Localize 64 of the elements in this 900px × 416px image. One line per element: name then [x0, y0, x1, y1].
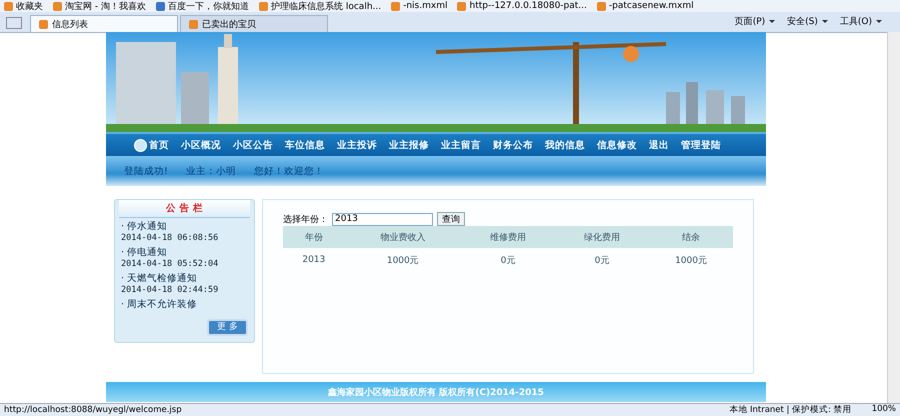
favorite-link[interactable]: http--127.0.0.18080-pat...	[469, 1, 587, 11]
command-menu[interactable]: 工具(O)	[840, 15, 872, 28]
welcome-text: 业主：小明	[186, 164, 236, 178]
nav-link[interactable]: 车位信息	[279, 138, 331, 152]
nav-link[interactable]: 首页	[128, 138, 175, 152]
table-cell: 2013	[283, 248, 345, 272]
notice-link[interactable]: · 停水通知	[121, 220, 248, 233]
browser-tab[interactable]: 已卖出的宝贝	[180, 15, 328, 32]
security-zone: 本地 Intranet | 保护模式: 禁用	[729, 404, 852, 416]
favorite-link[interactable]: 淘宝网 - 淘！我喜欢	[65, 0, 146, 12]
notice-board-title: 公 告 栏	[119, 200, 250, 218]
nav-link[interactable]: 小区公告	[227, 138, 279, 152]
quick-tabs-icon[interactable]	[6, 17, 22, 29]
page-icon	[457, 2, 466, 10]
browser-tab[interactable]: 信息列表	[30, 15, 178, 32]
year-label: 选择年份：	[283, 214, 328, 226]
nav-link[interactable]: 业主投诉	[331, 138, 383, 152]
page-icon	[596, 2, 606, 10]
welcome-text: 您好！欢迎您！	[254, 164, 324, 178]
nav-link[interactable]: 信息修改	[591, 138, 643, 152]
table-cell: 0元	[460, 248, 556, 272]
favorite-link[interactable]: 百度一下，你就知道	[168, 0, 249, 12]
zoom-level[interactable]: 100%	[872, 404, 896, 416]
column-header: 物业费收入	[344, 226, 461, 248]
caret-icon[interactable]	[822, 20, 828, 23]
query-button[interactable]: 查询	[437, 212, 465, 226]
nav-link[interactable]: 管理登陆	[675, 138, 727, 152]
nav-link[interactable]: 财务公布	[487, 138, 539, 152]
favorite-link[interactable]: -nis.mxml	[403, 1, 448, 11]
welcome-text: 登陆成功!	[124, 164, 168, 178]
command-menu[interactable]: 页面(P)	[734, 15, 766, 28]
scrollbar[interactable]	[887, 32, 900, 404]
year-field[interactable]: 2013	[332, 212, 433, 226]
nav-link[interactable]: 业主留言	[435, 138, 487, 152]
page-icon	[53, 2, 62, 10]
column-header: 维修费用	[460, 226, 556, 248]
column-header: 结余	[649, 226, 733, 248]
footer-text: 鑫海家园小区物业版权所有 版权所有(C)2014-2015	[106, 382, 766, 402]
notice-link[interactable]: · 周末不允许装修	[121, 298, 248, 311]
notice-time: 2014-04-18 02:44:59	[121, 285, 220, 295]
command-menu[interactable]: 安全(S)	[787, 15, 818, 28]
favorite-link[interactable]: -patcasenew.mxml	[608, 1, 694, 11]
table-cell: 0元	[555, 248, 650, 272]
favorites-label[interactable]: 收藏夹	[16, 0, 43, 12]
notice-time: 2014-04-18 05:52:04	[121, 259, 220, 269]
status-url: http://localhost:8088/wuyegl/welcome.jsp	[4, 405, 182, 415]
table-cell: 1000元	[344, 248, 461, 272]
notice-time: 2014-04-18 06:08:56	[121, 233, 220, 243]
nav-link[interactable]: 业主报修	[383, 138, 435, 152]
column-header: 绿化费用	[555, 226, 650, 248]
column-header: 年份	[283, 226, 345, 248]
more-button[interactable]: 更 多	[207, 319, 248, 336]
page-icon	[391, 2, 400, 10]
caret-icon[interactable]	[876, 20, 882, 23]
notice-link[interactable]: · 停电通知	[121, 246, 248, 259]
page-icon	[156, 2, 165, 10]
favorite-link[interactable]: 护理临床信息系统 localh...	[270, 0, 382, 12]
page-icon	[258, 2, 268, 10]
notice-link[interactable]: · 天燃气检修通知	[121, 272, 248, 285]
nav-link[interactable]: 退出	[643, 138, 675, 152]
caret-icon[interactable]	[769, 20, 776, 23]
table-cell: 1000元	[649, 248, 733, 272]
nav-link[interactable]: 我的信息	[539, 138, 591, 152]
nav-link[interactable]: 小区概况	[175, 138, 227, 152]
